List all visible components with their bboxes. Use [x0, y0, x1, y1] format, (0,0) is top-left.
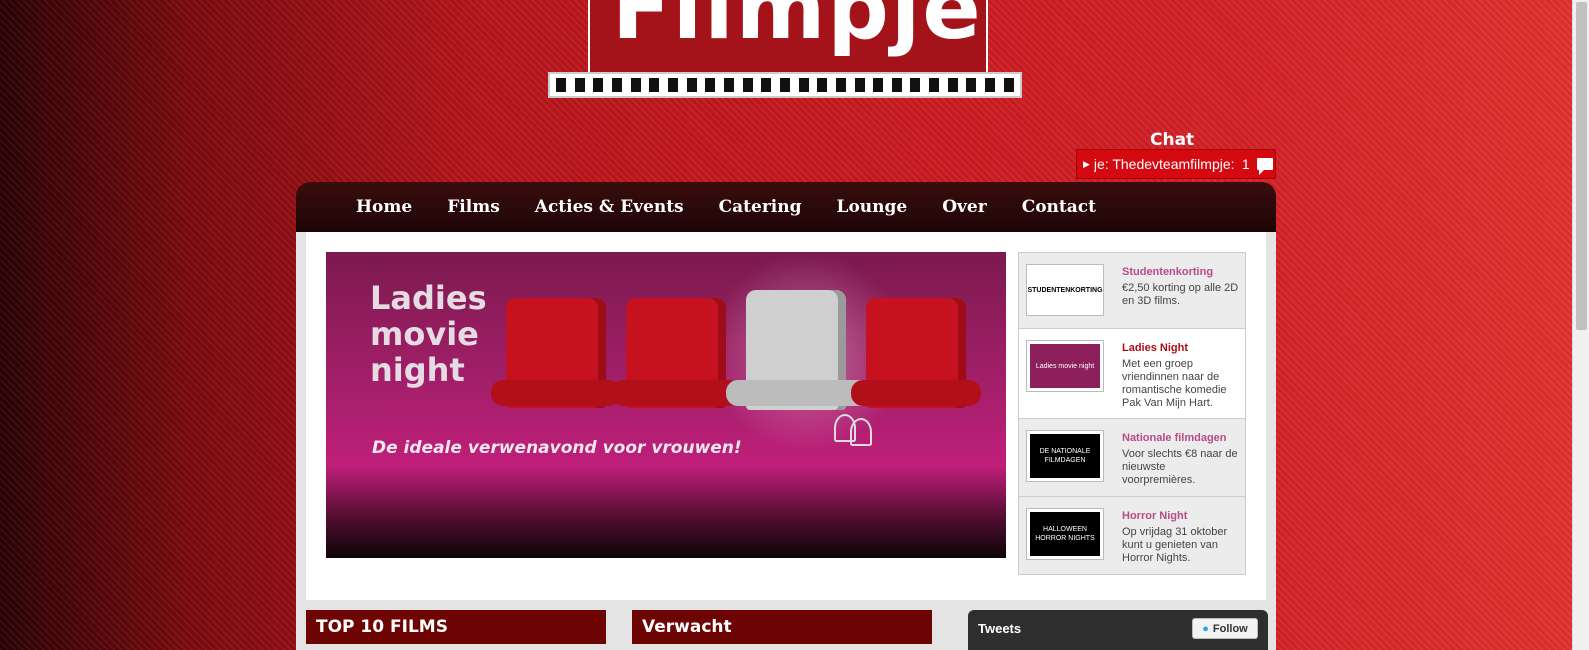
nav-contact[interactable]: Contact	[1022, 197, 1096, 217]
promo-list: STUDENTENKORTING Studentenkorting €2,50 …	[1018, 252, 1246, 575]
nav-lounge[interactable]: Lounge	[837, 197, 908, 217]
tweets-title: Tweets	[978, 621, 1022, 636]
play-icon: ▶	[1083, 158, 1090, 169]
logo-text: Filmpje	[612, 0, 983, 59]
promo-item-active[interactable]: Ladies movie night Ladies Night Met een …	[1019, 329, 1245, 419]
twitter-bird-icon: ●	[1202, 622, 1209, 635]
promo-thumbnail: HALLOWEEN HORROR NIGHTS	[1027, 509, 1103, 559]
follow-button[interactable]: ● Follow	[1192, 618, 1258, 639]
follow-label: Follow	[1212, 622, 1248, 635]
promo-thumbnail: Ladies movie night	[1027, 341, 1103, 391]
promo-description: €2,50 korting op alle 2D en 3D films.	[1122, 282, 1239, 307]
tweets-widget: Tweets ● Follow	[968, 610, 1268, 650]
promo-item[interactable]: HALLOWEEN HORROR NIGHTS Horror Night Op …	[1019, 497, 1245, 575]
scrollbar[interactable]	[1572, 0, 1589, 650]
logo-box: Filmpje	[588, 0, 988, 74]
top10-heading: TOP 10 FILMS	[306, 610, 606, 644]
promo-title: Ladies Night	[1122, 342, 1189, 354]
shoes-image	[834, 412, 874, 446]
site-logo[interactable]: Filmpje	[548, 0, 1022, 100]
scrollbar-thumb[interactable]	[1576, 2, 1587, 330]
promo-item[interactable]: STUDENTENKORTING Studentenkorting €2,50 …	[1019, 253, 1245, 329]
main-nav: Home Films Acties & Events Catering Loun…	[296, 182, 1276, 232]
nav-home[interactable]: Home	[356, 197, 412, 217]
promo-description: Op vrijdag 31 oktober kunt u genieten va…	[1122, 526, 1228, 564]
nav-films[interactable]: Films	[447, 197, 500, 217]
expected-heading: Verwacht	[632, 610, 932, 644]
promo-description: Voor slechts €8 naar de nieuwste voorpre…	[1122, 448, 1238, 486]
chat-ticker: je: Thedevteamfilmpje:	[1093, 156, 1234, 172]
content-area: Ladies movie night De ideale verwenavond…	[306, 232, 1266, 600]
promo-title: Nationale filmdagen	[1122, 432, 1227, 444]
nav-catering[interactable]: Catering	[719, 197, 802, 217]
promo-title: Horror Night	[1122, 510, 1188, 522]
banner-title: Ladies movie night	[370, 279, 487, 389]
promo-thumbnail: STUDENTENKORTING	[1027, 265, 1103, 315]
nav-acties-events[interactable]: Acties & Events	[535, 197, 684, 217]
chat-bar[interactable]: ▶ je: Thedevteamfilmpje: 1	[1076, 149, 1276, 179]
chat-bubble-icon[interactable]	[1256, 158, 1273, 175]
film-strip	[548, 72, 1022, 98]
nav-over[interactable]: Over	[942, 197, 986, 217]
promo-title: Studentenkorting	[1122, 266, 1214, 278]
promo-thumbnail: DE NATIONALE FILMDAGEN	[1027, 431, 1103, 481]
main-panel: Ladies movie night De ideale verwenavond…	[296, 232, 1276, 650]
promo-description: Met een groep vriendinnen naar de romant…	[1122, 358, 1227, 409]
chat-title: Chat	[1150, 130, 1195, 150]
banner-tagline: De ideale verwenavond voor vrouwen!	[372, 438, 742, 458]
promo-item[interactable]: DE NATIONALE FILMDAGEN Nationale filmdag…	[1019, 419, 1245, 497]
chat-count: 1	[1241, 156, 1250, 172]
featured-banner[interactable]: Ladies movie night De ideale verwenavond…	[326, 252, 1006, 558]
